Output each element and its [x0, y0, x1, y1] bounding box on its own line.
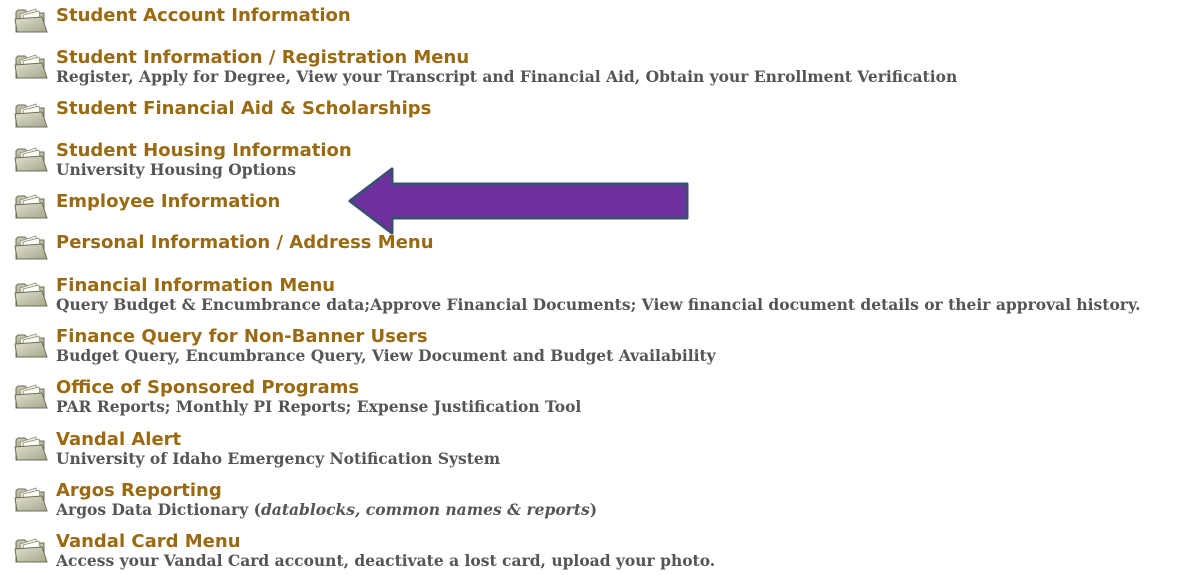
menu-item-financial-info: Financial Information Menu Query Budget …: [14, 275, 1186, 320]
item-description: University of Idaho Emergency Notificati…: [56, 449, 501, 468]
menu-item-personal: Personal Information / Address Menu: [14, 232, 1186, 262]
desc-text: ): [589, 500, 598, 519]
link-vandal-alert[interactable]: Vandal Alert: [56, 429, 181, 451]
menu-item-argos: Argos Reporting Argos Data Dictionary (d…: [14, 480, 1186, 525]
folder-icon: [14, 235, 48, 260]
desc-italic-text: datablocks, common names & reports: [260, 500, 590, 519]
link-student-registration[interactable]: Student Information / Registration Menu: [56, 47, 469, 69]
folder-icon: [14, 54, 48, 79]
folder-icon: [14, 487, 48, 512]
folder-icon: [14, 103, 48, 128]
annotation-arrow-icon: [348, 167, 689, 235]
menu-item-student-registration: Student Information / Registration Menu …: [14, 47, 1186, 92]
link-financial-aid[interactable]: Student Financial Aid & Scholarships: [56, 98, 431, 120]
folder-icon: [14, 8, 48, 33]
menu-item-finance-query: Finance Query for Non-Banner Users Budge…: [14, 326, 1186, 371]
menu-item-financial-aid: Student Financial Aid & Scholarships: [14, 98, 1186, 128]
item-description: Register, Apply for Degree, View your Tr…: [56, 67, 958, 86]
link-employee[interactable]: Employee Information: [56, 191, 280, 213]
desc-text: Argos Data Dictionary (: [56, 500, 261, 519]
folder-icon: [14, 333, 48, 358]
link-sponsored-programs[interactable]: Office of Sponsored Programs: [56, 377, 359, 399]
link-vandal-card[interactable]: Vandal Card Menu: [56, 531, 241, 553]
menu-item-student-account: Student Account Information: [14, 5, 1186, 35]
menu-item-sponsored-programs: Office of Sponsored Programs PAR Reports…: [14, 377, 1186, 422]
item-description: Query Budget & Encumbrance data;Approve …: [56, 295, 1141, 314]
folder-icon: [14, 538, 48, 563]
folder-icon: [14, 282, 48, 307]
link-student-account[interactable]: Student Account Information: [56, 5, 351, 27]
folder-icon: [14, 384, 48, 409]
menu-item-vandal-card: Vandal Card Menu Access your Vandal Card…: [14, 531, 1186, 575]
link-financial-info[interactable]: Financial Information Menu: [56, 275, 335, 297]
folder-icon: [14, 194, 48, 219]
folder-icon: [14, 436, 48, 461]
link-finance-query[interactable]: Finance Query for Non-Banner Users: [56, 326, 428, 348]
item-description: Budget Query, Encumbrance Query, View Do…: [56, 346, 716, 365]
folder-icon: [14, 147, 48, 172]
item-description: University Housing Options: [56, 160, 296, 179]
item-description: Argos Data Dictionary (datablocks, commo…: [56, 500, 597, 520]
item-description: Access your Vandal Card account, deactiv…: [56, 551, 716, 570]
link-housing[interactable]: Student Housing Information: [56, 140, 352, 162]
item-description: PAR Reports; Monthly PI Reports; Expense…: [56, 397, 582, 416]
menu-item-vandal-alert: Vandal Alert University of Idaho Emergen…: [14, 429, 1186, 474]
link-argos[interactable]: Argos Reporting: [56, 480, 222, 502]
